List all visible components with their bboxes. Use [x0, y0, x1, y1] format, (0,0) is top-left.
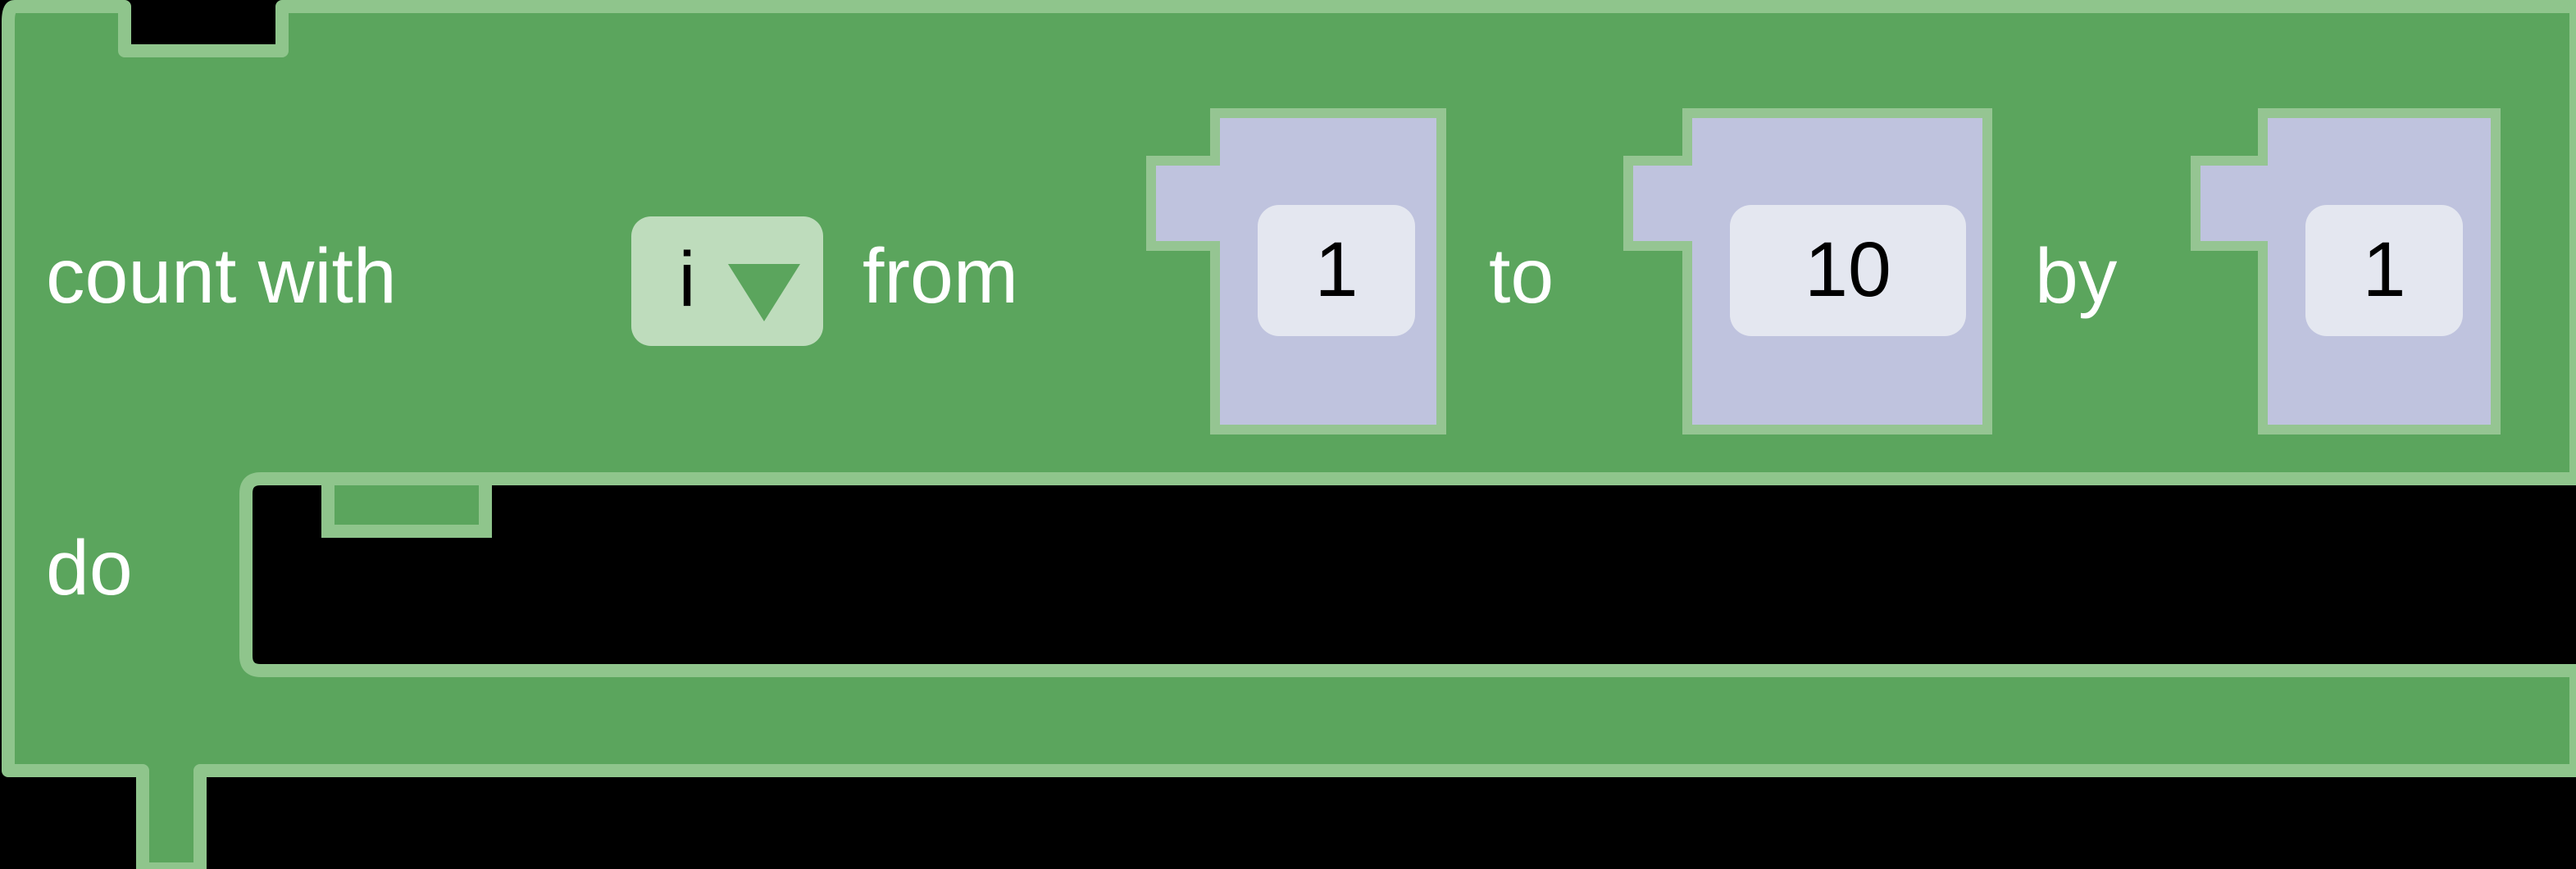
value-block-to-value: 10	[1805, 226, 1891, 313]
variable-dropdown-value: i	[678, 236, 695, 323]
label-to: to	[1489, 233, 1554, 320]
value-block-from-value: 1	[1315, 226, 1359, 313]
label-do: do	[46, 525, 133, 612]
statement-connection-notch	[321, 472, 492, 538]
label-count-with: count with	[46, 233, 397, 320]
value-block-by-value: 1	[2363, 226, 2406, 313]
label-by: by	[2035, 233, 2118, 320]
label-from: from	[862, 233, 1018, 320]
blockly-canvas: count with i from 1 to 10 by 1 do	[0, 0, 2576, 869]
count-with-block[interactable]: count with i from 1 to 10 by 1 do	[0, 0, 2576, 869]
variable-dropdown-background[interactable]	[631, 216, 823, 346]
variable-dropdown[interactable]: i	[631, 216, 823, 346]
